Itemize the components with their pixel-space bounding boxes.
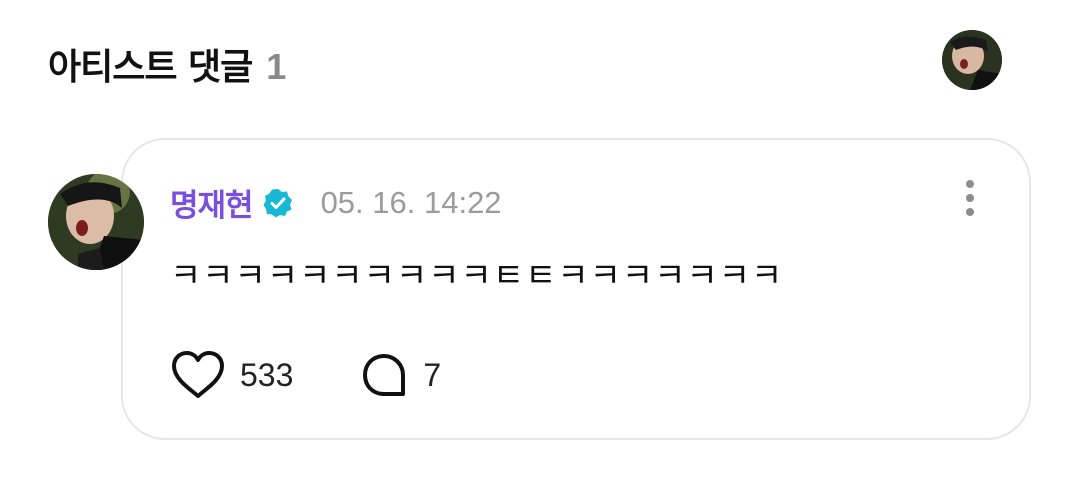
reply-count: 7 [423,356,442,393]
comment-meta: 명재현 05. 16. 14:22 [170,180,502,225]
like-count: 533 [240,356,294,393]
comment-actions: 533 7 [170,350,441,400]
like-button[interactable]: 533 [170,350,293,400]
more-dot [966,194,974,202]
author-name[interactable]: 명재현 [170,180,254,225]
reply-button[interactable]: 7 [359,350,441,400]
speech-bubble-icon [363,354,406,396]
comment-timestamp: 05. 16. 14:22 [320,184,502,220]
heart-outline-icon [172,351,224,398]
author-avatar[interactable] [48,174,144,270]
verified-badge-icon [263,188,293,218]
current-user-avatar[interactable] [942,30,1002,90]
section-title: 아티스트 댓글 [48,47,253,88]
more-dot [966,208,974,216]
more-dot [966,180,974,188]
more-vertical-icon[interactable] [955,178,985,218]
comment-body: ㅋㅋㅋㅋㅋㅋㅋㅋㅋㅋㅌㅌㅋㅋㅋㅋㅋㅋㅋ [170,256,784,296]
comment-count: 1 [266,46,287,87]
section-header: 아티스트 댓글 1 [48,38,286,90]
